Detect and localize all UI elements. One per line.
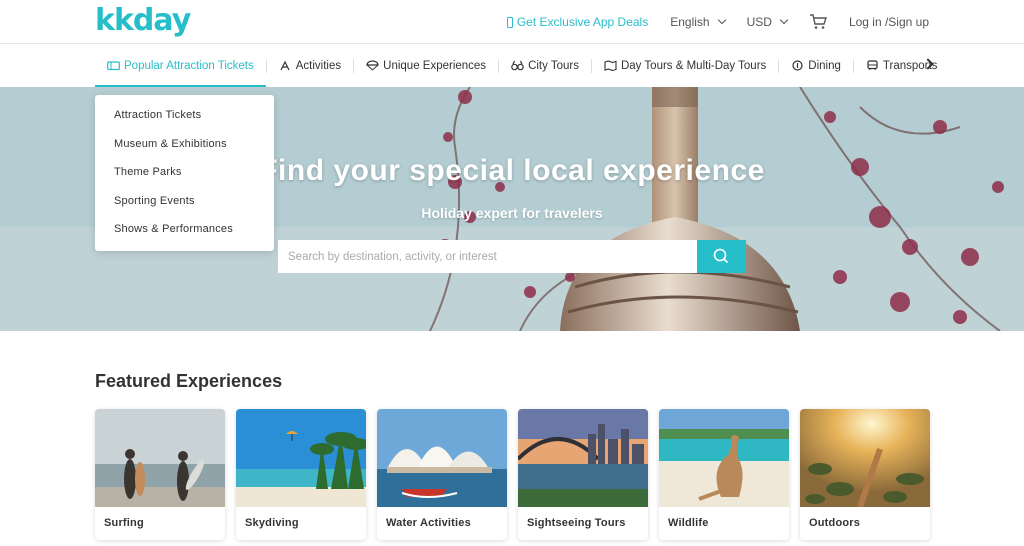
featured-cards: Surfing Skydiving Water Activities Sight… xyxy=(95,409,941,540)
nav-item-label: City Tours xyxy=(528,59,579,72)
water-activities-image xyxy=(377,409,507,507)
nav-item-label: Day Tours & Multi-Day Tours xyxy=(620,59,767,72)
search-button[interactable] xyxy=(697,240,746,273)
activity-icon xyxy=(279,60,292,71)
kkday-logo[interactable]: kkday xyxy=(95,6,191,36)
featured-card-surfing[interactable]: Surfing xyxy=(95,409,225,540)
login-signup-link[interactable]: Log in /Sign up xyxy=(849,15,929,29)
header-actions: Get Exclusive App Deals English USD Log … xyxy=(506,0,929,44)
featured-card-outdoors[interactable]: Outdoors xyxy=(800,409,930,540)
nav-item-label: Dining xyxy=(808,59,841,72)
nav-item-popular-attraction-tickets[interactable]: Popular Attraction Tickets xyxy=(95,44,266,87)
currency-label: USD xyxy=(746,15,772,29)
dropdown-item-theme-parks[interactable]: Theme Parks xyxy=(95,158,274,187)
outdoors-image xyxy=(800,409,930,507)
binoculars-icon xyxy=(511,60,524,71)
card-label: Sightseeing Tours xyxy=(527,517,626,529)
featured-card-sightseeing-tours[interactable]: Sightseeing Tours xyxy=(518,409,648,540)
nav-item-label: Popular Attraction Tickets xyxy=(124,59,254,72)
featured-card-skydiving[interactable]: Skydiving xyxy=(236,409,366,540)
attraction-tickets-dropdown: Attraction Tickets Museum & Exhibitions … xyxy=(95,95,274,251)
card-label: Surfing xyxy=(104,517,144,529)
nav-item-dining[interactable]: Dining xyxy=(779,44,853,87)
nav-item-day-tours[interactable]: Day Tours & Multi-Day Tours xyxy=(592,44,778,87)
site-header: kkday Get Exclusive App Deals English US… xyxy=(0,0,1024,44)
train-icon xyxy=(866,60,879,71)
card-label: Skydiving xyxy=(245,517,299,529)
nav-item-label: Unique Experiences xyxy=(383,59,487,72)
sightseeing-tours-image xyxy=(518,409,648,507)
wildlife-image xyxy=(659,409,789,507)
ticket-icon xyxy=(107,60,120,71)
card-label: Wildlife xyxy=(668,517,709,529)
cart-icon[interactable] xyxy=(809,14,827,30)
category-nav: Popular Attraction Tickets Activities Un… xyxy=(0,44,1024,87)
search-input[interactable] xyxy=(278,240,698,273)
surfing-image xyxy=(95,409,225,507)
language-label: English xyxy=(670,15,710,29)
card-label: Outdoors xyxy=(809,517,861,529)
currency-selector[interactable]: USD xyxy=(746,15,789,29)
parachute-icon xyxy=(366,60,379,71)
search-icon xyxy=(713,248,729,264)
chevron-down-icon xyxy=(779,15,789,25)
dropdown-item-shows-performances[interactable]: Shows & Performances xyxy=(95,215,274,244)
card-label: Water Activities xyxy=(386,517,471,529)
featured-title: Featured Experiences xyxy=(95,371,283,391)
featured-card-wildlife[interactable]: Wildlife xyxy=(659,409,789,540)
app-deals-link[interactable]: Get Exclusive App Deals xyxy=(506,15,649,29)
nav-item-city-tours[interactable]: City Tours xyxy=(499,44,591,87)
language-selector[interactable]: English xyxy=(670,15,726,29)
chevron-down-icon xyxy=(717,15,726,25)
dropdown-item-sporting-events[interactable]: Sporting Events xyxy=(95,187,274,216)
app-deals-label: Get Exclusive App Deals xyxy=(516,15,649,29)
map-icon xyxy=(604,60,617,72)
nav-item-transports[interactable]: Transports xyxy=(854,44,950,87)
dropdown-item-attraction-tickets[interactable]: Attraction Tickets xyxy=(95,101,274,130)
dropdown-item-museum-exhibitions[interactable]: Museum & Exhibitions xyxy=(95,130,274,159)
featured-card-water-activities[interactable]: Water Activities xyxy=(377,409,507,540)
nav-item-label: Activities xyxy=(295,59,342,72)
skydiving-image xyxy=(236,409,366,507)
phone-icon xyxy=(506,16,513,28)
dining-icon xyxy=(791,60,804,71)
nav-item-unique-experiences[interactable]: Unique Experiences xyxy=(354,44,498,87)
nav-item-activities[interactable]: Activities xyxy=(267,44,353,87)
